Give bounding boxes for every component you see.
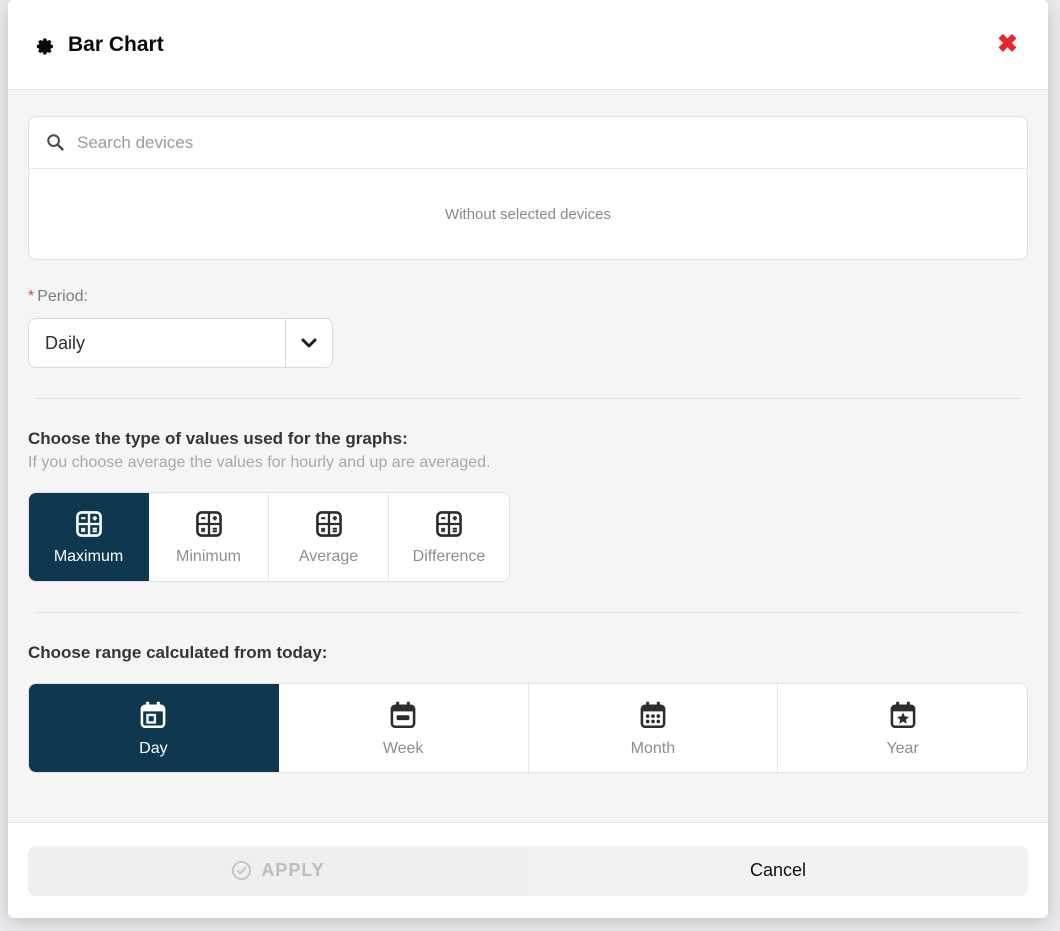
device-picker-panel: Without selected devices: [28, 116, 1028, 260]
calendar-day-icon: [137, 699, 169, 731]
period-label: *Period:: [28, 288, 1028, 306]
range-button-group: Day Week: [28, 683, 1028, 773]
device-search-row: [29, 117, 1027, 169]
no-devices-message: Without selected devices: [29, 169, 1027, 259]
dialog-body: Without selected devices *Period: Daily …: [8, 90, 1048, 823]
device-search-input[interactable]: [77, 133, 1010, 153]
range-option-week[interactable]: Week: [279, 684, 529, 772]
calculator-icon: [194, 509, 224, 539]
footer-button-bar: APPLY Cancel: [28, 846, 1028, 896]
close-icon[interactable]: ✖: [997, 32, 1018, 57]
option-label: Month: [631, 740, 675, 758]
chevron-down-icon[interactable]: [285, 319, 332, 367]
calendar-year-icon: [887, 699, 919, 731]
calculator-icon: [314, 509, 344, 539]
gear-icon: [32, 33, 56, 57]
option-label: Maximum: [54, 548, 123, 566]
option-label: Day: [139, 740, 167, 758]
value-type-option-difference[interactable]: Difference: [389, 493, 509, 581]
value-type-option-average[interactable]: Average: [269, 493, 389, 581]
calendar-month-icon: [637, 699, 669, 731]
option-label: Minimum: [176, 548, 241, 566]
range-option-month[interactable]: Month: [529, 684, 779, 772]
period-select-value: Daily: [29, 319, 285, 367]
dialog-title: Bar Chart: [68, 33, 164, 57]
section-divider: [36, 612, 1020, 613]
required-asterisk: *: [28, 288, 34, 305]
dialog-header: Bar Chart ✖: [8, 0, 1048, 90]
dialog-footer: APPLY Cancel: [8, 823, 1048, 918]
calendar-week-icon: [387, 699, 419, 731]
value-type-option-maximum[interactable]: Maximum: [29, 493, 149, 581]
option-label: Week: [383, 740, 424, 758]
value-type-heading: Choose the type of values used for the g…: [28, 429, 1028, 449]
section-divider: [36, 398, 1020, 399]
option-label: Year: [886, 740, 918, 758]
check-circle-icon: [231, 860, 252, 881]
range-option-year[interactable]: Year: [778, 684, 1027, 772]
value-type-button-group: Maximum Minimum: [28, 492, 510, 582]
value-type-subheading: If you choose average the values for hou…: [28, 454, 1028, 472]
bar-chart-dialog: Bar Chart ✖ Without selected devices *Pe…: [8, 0, 1048, 918]
search-icon: [46, 133, 65, 152]
apply-button[interactable]: APPLY: [28, 846, 528, 896]
option-label: Difference: [413, 548, 486, 566]
calculator-icon: [74, 509, 104, 539]
value-type-option-minimum[interactable]: Minimum: [149, 493, 269, 581]
cancel-button-label: Cancel: [750, 860, 806, 881]
cancel-button[interactable]: Cancel: [528, 846, 1028, 896]
option-label: Average: [299, 548, 358, 566]
range-heading: Choose range calculated from today:: [28, 643, 1028, 663]
range-option-day[interactable]: Day: [29, 684, 279, 772]
period-select[interactable]: Daily: [28, 318, 333, 368]
apply-button-label: APPLY: [261, 860, 324, 881]
calculator-icon: [434, 509, 464, 539]
